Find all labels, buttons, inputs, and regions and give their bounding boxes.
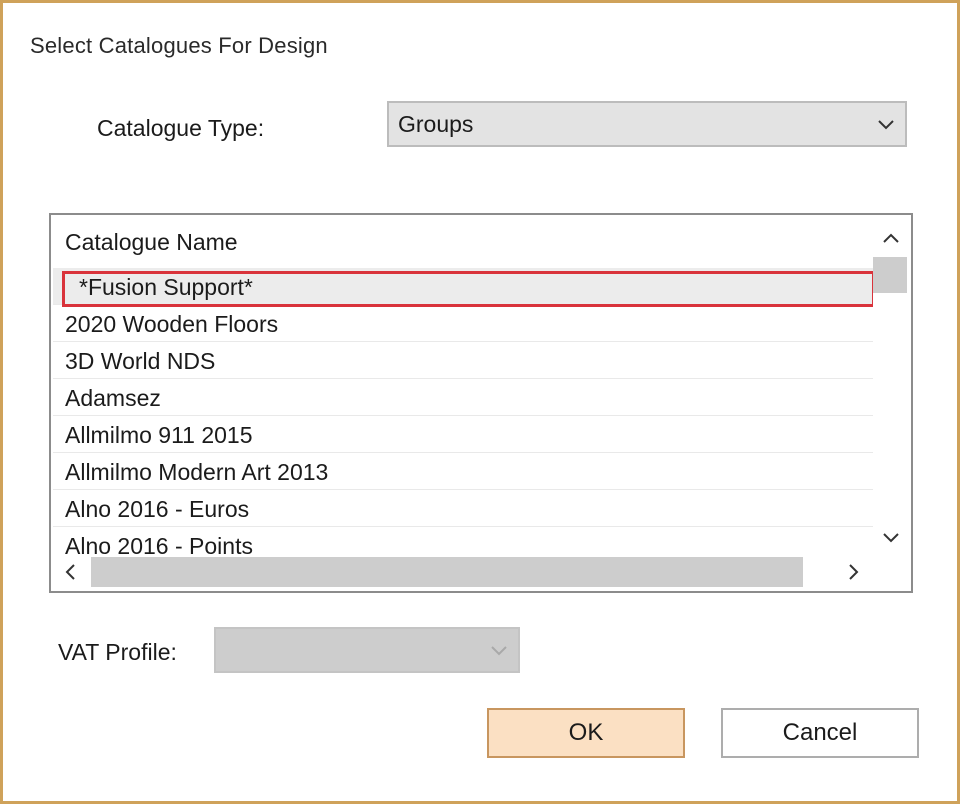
catalogue-list[interactable]: Catalogue Name *Fusion Support* 2020 Woo…: [49, 213, 913, 593]
list-item-label: Alno 2016 - Points: [65, 533, 253, 554]
chevron-up-icon[interactable]: [879, 227, 903, 251]
catalogue-type-value: Groups: [398, 111, 474, 137]
column-header-catalogue-name[interactable]: Catalogue Name: [65, 229, 238, 256]
list-item-label: 2020 Wooden Floors: [65, 311, 279, 337]
vertical-scroll-thumb[interactable]: [873, 257, 907, 293]
list-item-label: Allmilmo Modern Art 2013: [65, 459, 329, 485]
horizontal-scroll-thumb[interactable]: [91, 557, 803, 587]
list-item[interactable]: Alno 2016 - Euros: [53, 490, 873, 527]
catalogue-type-dropdown[interactable]: Groups: [387, 101, 907, 147]
list-item[interactable]: Allmilmo 911 2015: [53, 416, 873, 453]
list-item-label: Allmilmo 911 2015: [65, 422, 253, 448]
vat-profile-dropdown[interactable]: [214, 627, 520, 673]
catalogue-rows: *Fusion Support* 2020 Wooden Floors 3D W…: [53, 268, 873, 554]
list-item[interactable]: Allmilmo Modern Art 2013: [53, 453, 873, 490]
list-item[interactable]: Adamsez: [53, 379, 873, 416]
vat-profile-label: VAT Profile:: [58, 639, 177, 665]
horizontal-scrollbar[interactable]: [53, 555, 873, 589]
vertical-scrollbar[interactable]: [873, 217, 909, 555]
list-item[interactable]: 2020 Wooden Floors: [53, 305, 873, 342]
list-item-label: 3D World NDS: [65, 348, 216, 374]
list-item-label: Alno 2016 - Euros: [65, 496, 250, 522]
chevron-down-icon: [491, 646, 507, 656]
cancel-button[interactable]: Cancel: [721, 708, 919, 758]
chevron-down-icon[interactable]: [879, 525, 903, 549]
chevron-down-icon: [878, 120, 894, 130]
select-catalogues-dialog: Select Catalogues For Design Catalogue T…: [0, 0, 960, 804]
catalogue-type-label: Catalogue Type:: [97, 115, 265, 141]
dialog-title: Select Catalogues For Design: [30, 33, 328, 58]
list-item-label: Adamsez: [65, 385, 161, 411]
selection-highlight-box: [62, 271, 875, 307]
list-item[interactable]: Alno 2016 - Points: [53, 527, 873, 554]
list-item[interactable]: 3D World NDS: [53, 342, 873, 379]
chevron-right-icon[interactable]: [841, 560, 865, 584]
chevron-left-icon[interactable]: [59, 560, 83, 584]
ok-button[interactable]: OK: [487, 708, 685, 758]
